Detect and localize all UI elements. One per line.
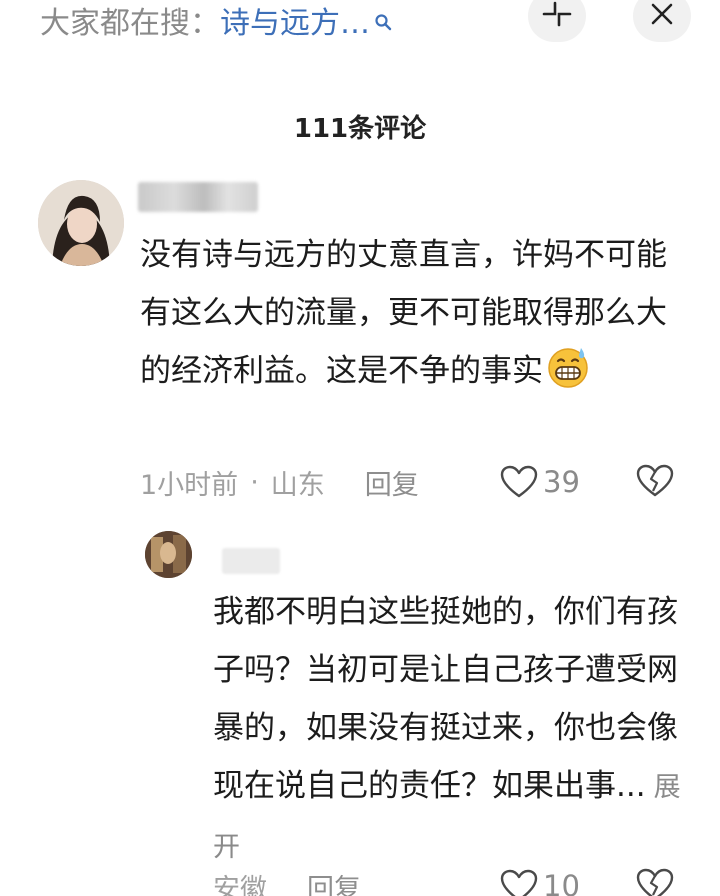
top-bar: 大家都在搜： 诗与远方… [0, 0, 720, 56]
collapse-button[interactable] [528, 0, 586, 42]
reply-body: 我都不明白这些挺她的，你们有孩子吗？当初可是让自己孩子遭受网暴的，如果没有挺过来… [213, 594, 678, 804]
like-button[interactable]: 39 [500, 465, 580, 499]
reply-avatar[interactable] [145, 531, 192, 578]
reply-button[interactable]: 回复 [365, 463, 419, 502]
search-suggestion[interactable]: 大家都在搜： 诗与远方… [40, 0, 392, 42]
heart-icon [500, 869, 538, 896]
search-suggestion-term[interactable]: 诗与远方… [220, 0, 370, 42]
reply-reply-button[interactable]: 回复 [307, 867, 361, 896]
close-icon [649, 1, 675, 31]
broken-heart-icon[interactable] [636, 868, 674, 896]
reply-like-count: 10 [543, 869, 580, 896]
comment-count-title: 111条评论 [293, 114, 427, 144]
broken-heart-icon[interactable] [636, 464, 674, 505]
comment-location: 山东 [270, 469, 325, 501]
avatar[interactable] [38, 180, 124, 266]
heart-icon [500, 465, 538, 498]
reply-text: 我都不明白这些挺她的，你们有孩子吗？当初可是让自己孩子遭受网暴的，如果没有挺过来… [213, 583, 683, 877]
sweat-grin-emoji [545, 344, 591, 390]
username-blurred[interactable] [138, 182, 258, 212]
reply-like-button[interactable]: 10 [500, 869, 580, 896]
meta-separator: · [250, 466, 259, 498]
comment-time: 1小时前 [140, 469, 239, 501]
reply-meta: 安徽 回复 10 [213, 866, 693, 896]
collapse-icon [540, 0, 574, 35]
search-suggestion-prefix: 大家都在搜： [40, 6, 220, 41]
search-icon[interactable] [374, 4, 392, 31]
reply-username-blurred[interactable] [222, 548, 280, 574]
reply-location: 安徽 [213, 873, 267, 896]
comment-meta: 1小时前 · 山东 回复 39 [140, 462, 700, 502]
close-button[interactable] [633, 0, 691, 42]
comment-text: 没有诗与远方的丈意直言，许妈不可能有这么大的流量，更不可能取得那么大的经济利益。… [140, 226, 690, 400]
like-count: 39 [543, 465, 580, 499]
